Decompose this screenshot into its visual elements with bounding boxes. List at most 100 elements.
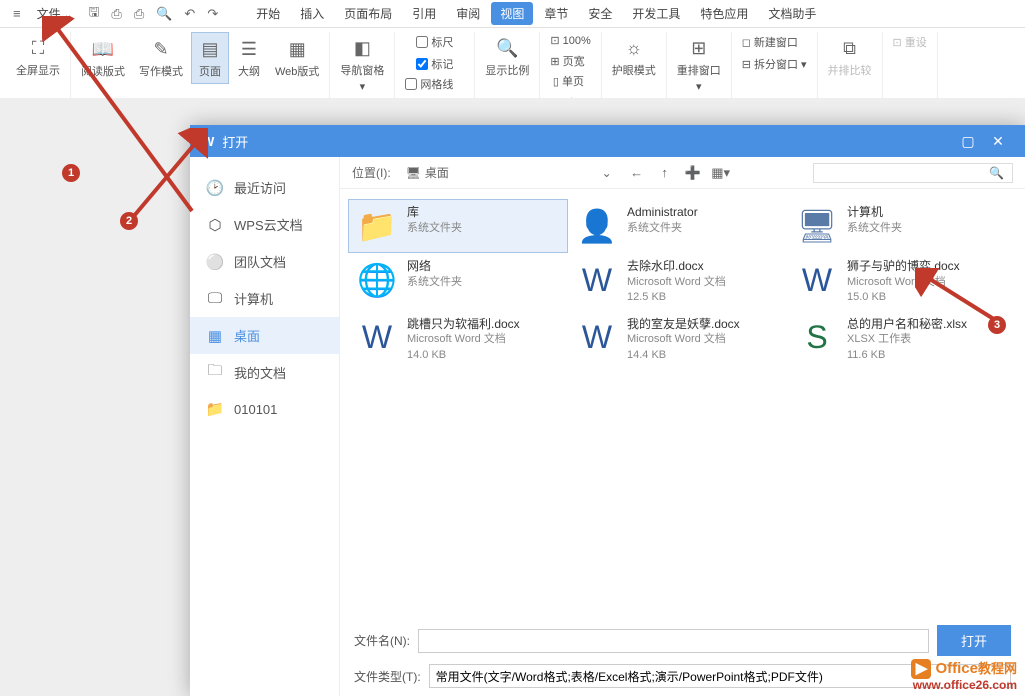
file-size: 11.6 KB [847, 348, 967, 363]
split-window-button[interactable]: ⊟ 拆分窗口 ▾ [740, 54, 809, 74]
top-menu-bar: ≡ 文件 ⌄ 🖫 ⎙ ⎙ 🔍 ↶ ↷ 开始 插入 页面布局 引用 审阅 视图 章… [0, 0, 1025, 28]
hamburger-icon[interactable]: ≡ [8, 4, 26, 23]
file-item-5[interactable]: W狮子与驴的博弈.docxMicrosoft Word 文档15.0 KB [788, 253, 1008, 311]
close-icon[interactable]: ✕ [983, 133, 1013, 150]
outline-button[interactable]: ☰大纲 [231, 32, 267, 84]
undo-icon[interactable]: ↶ [179, 4, 200, 24]
filename-label: 文件名(N): [354, 632, 410, 649]
file-menu[interactable]: 文件 ⌄ [28, 2, 82, 25]
write-mode-button[interactable]: ✎写作模式 [133, 32, 189, 84]
file-item-8[interactable]: S总的用户名和秘密.xlsxXLSX 工作表11.6 KB [788, 311, 1008, 369]
fullscreen-button[interactable]: ⛶全屏显示 [10, 32, 66, 82]
file-icon: W [795, 258, 839, 302]
sidebar-item-6[interactable]: 📁 010101 [190, 391, 339, 427]
dialog-sidebar: 🕑最近访问⬡WPS云文档⚪团队文档🖵计算机 ▦ 桌面 🗀我的文档 📁 010101 [190, 157, 340, 696]
markup-check[interactable]: 标记 [414, 54, 455, 74]
file-item-3[interactable]: 🌐网络系统文件夹 [348, 253, 568, 311]
page-width-button[interactable]: ⊞ 页宽 [548, 51, 592, 71]
tab-insert[interactable]: 插入 [291, 2, 333, 25]
wps-logo-icon: W [202, 134, 214, 149]
read-mode-button[interactable]: 📖阅读版式 [75, 32, 131, 84]
file-icon: 🌐 [355, 258, 399, 302]
ruler-check[interactable]: 标尺 [414, 32, 455, 52]
nav-pane-icon: ◧ [350, 36, 374, 60]
zoom-icon: 🔍 [495, 36, 519, 60]
print-icon[interactable]: ⎙ [129, 4, 149, 24]
sidebar-item-1[interactable]: ⬡WPS云文档 [190, 206, 339, 243]
annotation-badge-2: 2 [120, 212, 138, 230]
tab-devtools[interactable]: 开发工具 [623, 2, 689, 25]
tab-security[interactable]: 安全 [579, 2, 621, 25]
annotation-badge-3: 3 [988, 316, 1006, 334]
tab-section[interactable]: 章节 [535, 2, 577, 25]
file-size: 14.0 KB [407, 348, 520, 363]
file-icon: S [795, 316, 839, 360]
file-item-1[interactable]: 👤Administrator系统文件夹 [568, 199, 788, 253]
sidebar-icon: 📁 [206, 400, 224, 418]
single-page-button[interactable]: ▯ 单页 [551, 71, 590, 91]
sidebar-item-4[interactable]: ▦ 桌面 [190, 317, 339, 354]
tab-review[interactable]: 审阅 [447, 2, 489, 25]
open-button[interactable]: 打开 [937, 625, 1011, 656]
new-window-button[interactable]: ◻ 新建窗口 [740, 32, 809, 52]
view-icon[interactable]: ▦▾ [711, 163, 731, 183]
file-name: 我的室友是妖孽.docx [627, 316, 740, 333]
zoom-page-icon[interactable]: 🔍 [151, 4, 177, 24]
file-icon: 👤 [575, 204, 619, 248]
tab-page-layout[interactable]: 页面布局 [335, 2, 401, 25]
sidebar-icon: ⬡ [206, 216, 224, 234]
back-icon[interactable]: ← [627, 163, 647, 183]
sidebar-item-label: 计算机 [234, 289, 273, 308]
file-meta: 系统文件夹 [627, 221, 698, 236]
tab-view[interactable]: 视图 [491, 2, 533, 25]
tab-special[interactable]: 特色应用 [691, 2, 757, 25]
file-item-7[interactable]: W我的室友是妖孽.docxMicrosoft Word 文档14.4 KB [568, 311, 788, 369]
new-folder-icon[interactable]: ➕ [683, 163, 703, 183]
print-preview-icon[interactable]: ⎙ [106, 4, 126, 24]
up-icon[interactable]: ↑ [655, 163, 675, 183]
fullscreen-icon: ⛶ [26, 36, 50, 60]
nav-pane-button[interactable]: ◧导航窗格 ▾ [334, 32, 390, 97]
sidebar-item-5[interactable]: 🗀我的文档 [190, 354, 339, 391]
sidebar-item-3[interactable]: 🖵计算机 [190, 280, 339, 317]
maximize-icon[interactable]: ▢ [953, 133, 983, 150]
tab-references[interactable]: 引用 [403, 2, 445, 25]
read-icon: 📖 [91, 37, 115, 61]
tab-doc-assistant[interactable]: 文档助手 [759, 2, 825, 25]
dialog-titlebar: W 打开 ▢ ✕ [190, 125, 1025, 157]
rearrange-button[interactable]: ⊞重排窗口 ▾ [671, 32, 727, 97]
sidebar-item-label: 010101 [234, 402, 277, 417]
dialog-title-text: 打开 [222, 132, 953, 151]
sidebar-icon: ⚪ [206, 253, 224, 271]
eye-icon: ☼ [622, 36, 646, 60]
filetype-label: 文件类型(T): [354, 668, 421, 685]
file-item-6[interactable]: W跳槽只为软福利.docxMicrosoft Word 文档14.0 KB [348, 311, 568, 369]
zoom-ratio-button[interactable]: 🔍显示比例 [479, 32, 535, 82]
web-button[interactable]: ▦Web版式 [269, 32, 325, 84]
page-button[interactable]: ▤页面 [191, 32, 229, 84]
ribbon: ⛶全屏显示 📖阅读版式 ✎写作模式 ▤页面 ☰大纲 ▦Web版式 ◧导航窗格 ▾… [0, 28, 1025, 98]
file-size: 15.0 KB [847, 290, 960, 305]
sidebar-item-label: 桌面 [234, 326, 260, 345]
file-grid: 📁库系统文件夹👤Administrator系统文件夹🖥计算机系统文件夹 🌐网络系统… [340, 189, 1025, 617]
sidebar-item-2[interactable]: ⚪团队文档 [190, 243, 339, 280]
file-name: 总的用户名和秘密.xlsx [847, 316, 967, 333]
gridlines-check[interactable]: 网格线 [403, 74, 466, 94]
zoom-100-button[interactable]: ⊡ 100% [548, 32, 592, 49]
eye-mode-button[interactable]: ☼护眼模式 [606, 32, 662, 82]
file-item-0[interactable]: 📁库系统文件夹 [348, 199, 568, 253]
sidebar-item-label: 我的文档 [234, 363, 286, 382]
file-item-2[interactable]: 🖥计算机系统文件夹 [788, 199, 1008, 253]
file-name: 跳槽只为软福利.docx [407, 316, 520, 333]
file-icon: 🖥 [795, 204, 839, 248]
filename-input[interactable] [418, 629, 929, 653]
tab-start[interactable]: 开始 [247, 2, 289, 25]
file-item-4[interactable]: W去除水印.docxMicrosoft Word 文档12.5 KB [568, 253, 788, 311]
sidebar-icon: ▦ [206, 327, 224, 345]
watermark-icon: ▶ [911, 659, 931, 679]
search-input[interactable]: 🔍 [813, 163, 1013, 183]
location-select[interactable]: 🖥 桌面⌄ [399, 161, 619, 184]
sidebar-item-0[interactable]: 🕑最近访问 [190, 169, 339, 206]
save-icon[interactable]: 🖫 [83, 1, 104, 27]
redo-icon[interactable]: ↷ [202, 4, 223, 24]
